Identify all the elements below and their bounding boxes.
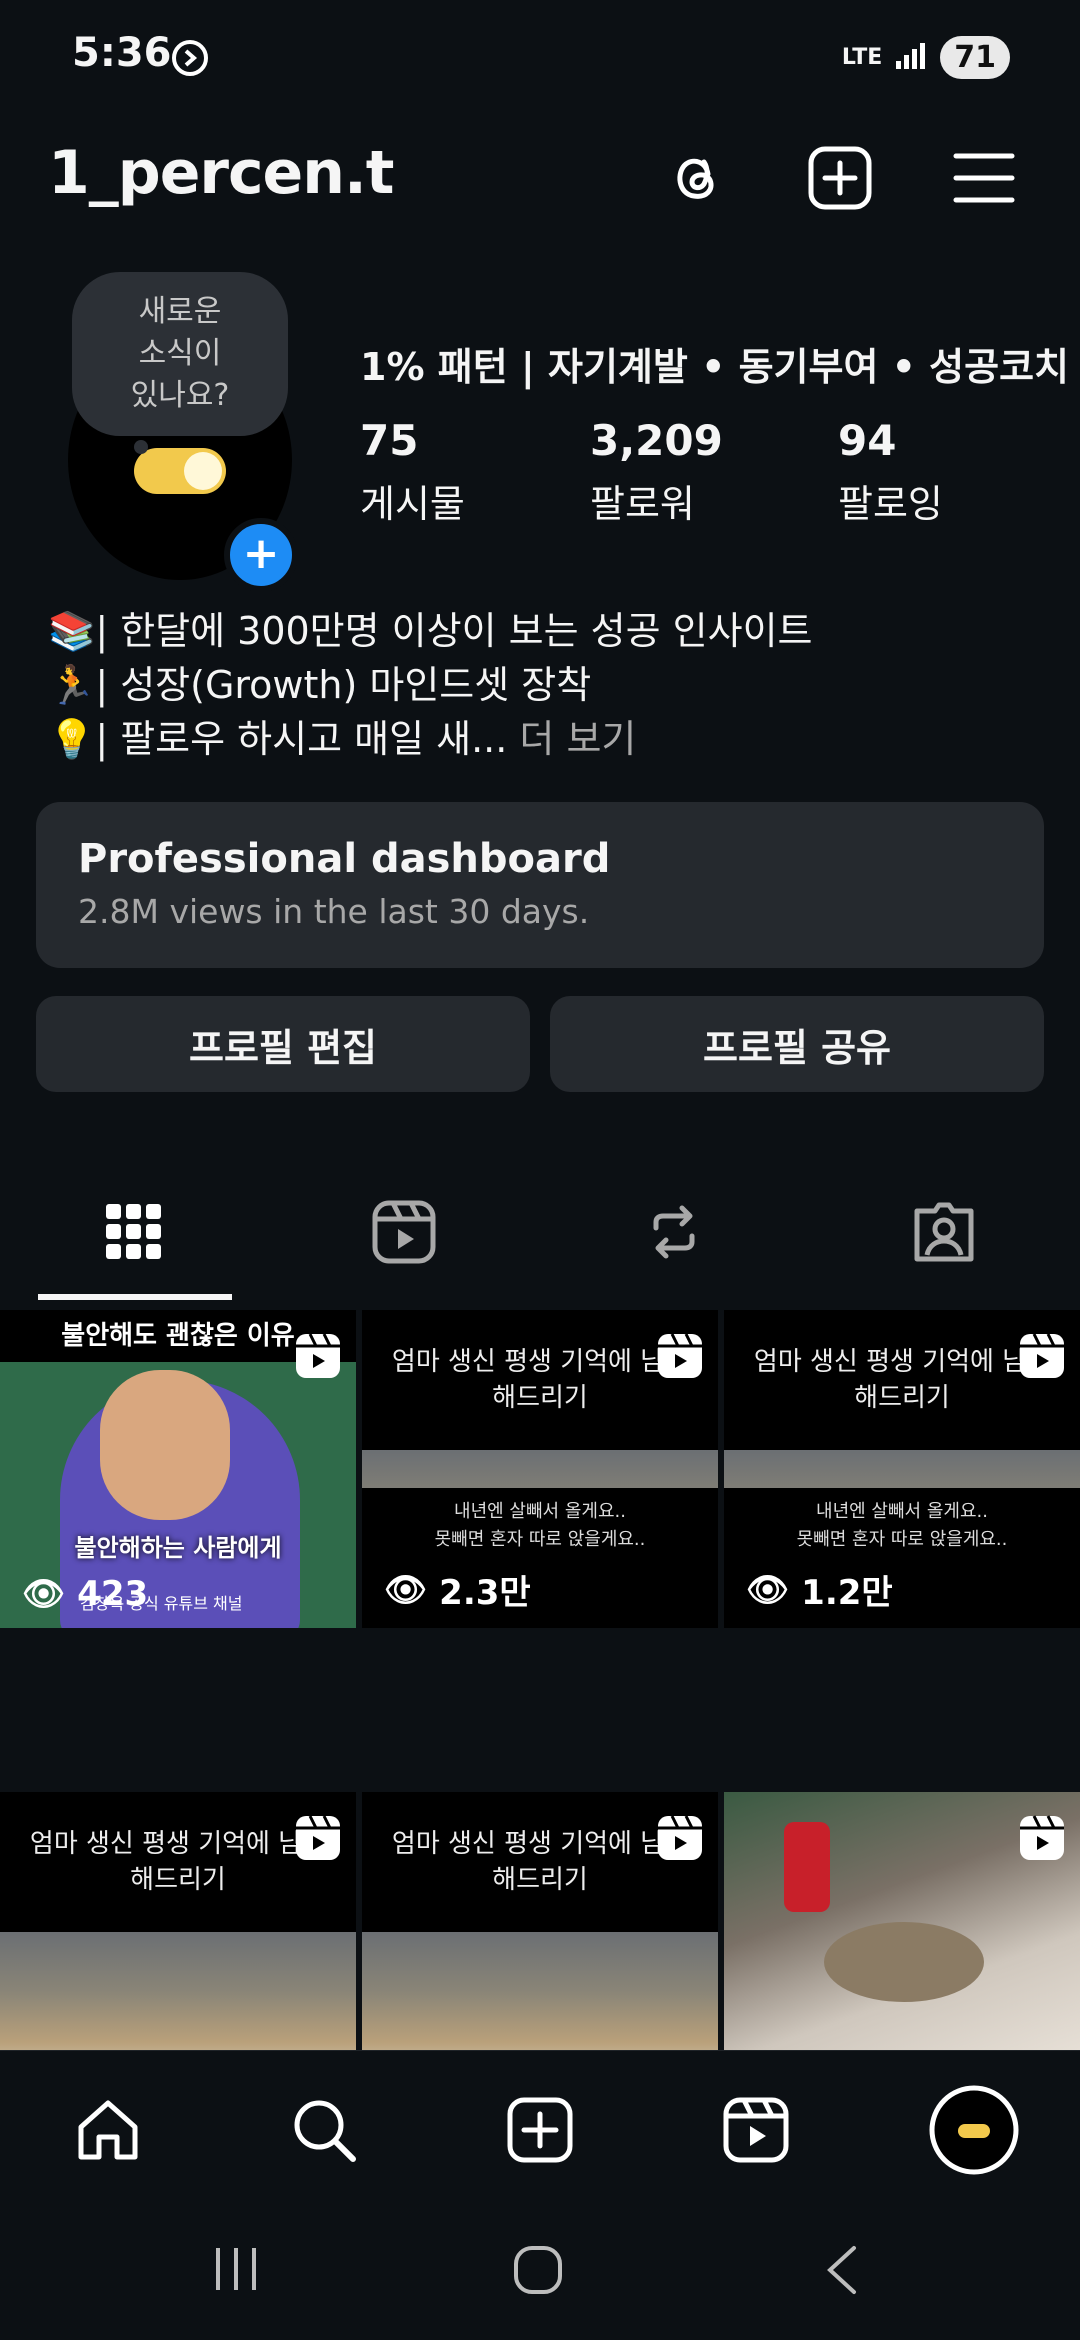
bio-more-link[interactable]: 더 보기 [519,717,636,761]
stat-value: 3,209 [590,416,723,465]
reel-badge-icon [294,1332,342,1380]
view-count: 👁 1.2만 [746,1565,893,1614]
stat-label: 게시물 [360,482,465,526]
stat-following[interactable]: 94 팔로잉 [838,416,943,528]
edit-profile-button[interactable]: 프로필 편집 [36,996,530,1092]
grid-post[interactable]: 엄마 생신 평생 기억에 남게 해드리기 [0,1792,356,2050]
person-face [100,1370,230,1520]
view-count-value: 1.2만 [801,1573,893,1613]
bio: 📚| 한달에 300만명 이상이 보는 성공 인사이트 🏃| 성장(Growth… [48,604,812,766]
stat-followers[interactable]: 3,209 팔로워 [590,416,723,528]
tab-grid-icon[interactable] [94,1192,174,1272]
note-tail [134,440,148,454]
eye-icon: 👁 [22,1574,66,1614]
grid-post[interactable]: 엄마 생신 평생 기억에 남게 해드리기 [362,1792,718,2050]
create-post-icon[interactable] [804,142,876,214]
view-count: 👁 423 [22,1574,148,1614]
reel-badge-icon [656,1332,704,1380]
reel-badge-icon [656,1814,704,1862]
view-count: 👁 2.3만 [384,1565,531,1614]
home-button-icon[interactable] [510,2242,566,2302]
menu-icon[interactable] [948,142,1020,214]
stat-value: 75 [360,416,419,465]
post-photo [362,1932,718,2050]
avatar-toggle-graphic [134,448,226,494]
post-photo [0,1932,356,2050]
shell-shape [824,1922,984,2002]
create-icon[interactable] [500,2090,580,2170]
stat-label: 팔로잉 [838,482,943,526]
bio-line: 🏃| 성장(Growth) 마인드셋 장착 [48,663,592,707]
note-text: 새로운 소식이 있나요? [130,294,230,413]
bio-line: 📚| 한달에 300만명 이상이 보는 성공 인사이트 [48,609,813,653]
grid-post[interactable]: 불안해도 괜찮은 이유 불안해하는 사람에게 김창옥 공식 유튜브 채널 👁 42… [0,1310,356,1628]
note-bubble[interactable]: 새로운 소식이 있나요? [72,272,288,436]
status-time: 5:36 [72,30,172,76]
dashboard-subtitle: 2.8M views in the last 30 days. [78,892,590,931]
reels-icon[interactable] [716,2090,796,2170]
profile-username[interactable]: 1_percen.t [48,138,394,208]
can-shape [784,1822,830,1912]
home-icon[interactable] [68,2090,148,2170]
threads-icon[interactable] [660,142,732,214]
post-caption: 불안해하는 사람에게 [74,1534,282,1562]
reel-badge-icon [1018,1814,1066,1862]
tab-reels-icon[interactable] [364,1192,444,1272]
dashboard-title: Professional dashboard [78,836,611,882]
battery-indicator: 71 [940,36,1010,79]
share-profile-button[interactable]: 프로필 공유 [550,996,1044,1092]
screen-record-icon [170,38,210,82]
recents-icon[interactable] [212,2244,262,2298]
bio-line-text: 💡| 팔로우 하시고 매일 새... [48,717,508,761]
active-tab-indicator [38,1294,232,1300]
reel-badge-icon [294,1814,342,1862]
status-icons: LTE 71 [842,36,1010,79]
display-name: 1% 패턴 | 자기계발 • 동기부여 • 성공코치 [360,345,1070,389]
view-count-value: 2.3만 [439,1573,531,1613]
search-icon[interactable] [284,2090,364,2170]
back-icon[interactable] [822,2242,862,2302]
tab-reposts-icon[interactable] [634,1192,714,1272]
professional-dashboard-card[interactable]: Professional dashboard 2.8M views in the… [36,802,1044,968]
tab-tagged-icon[interactable] [904,1192,984,1272]
bio-line: 💡| 팔로우 하시고 매일 새... 더 보기 [48,712,812,766]
stat-label: 팔로워 [590,482,695,526]
grid-post[interactable]: 엄마 생신 평생 기억에 남게 해드리기 내년엔 살빼서 올게요.. 못빼면 혼… [724,1310,1080,1628]
eye-icon: 👁 [384,1569,428,1610]
eye-icon: 👁 [746,1569,790,1610]
add-story-button[interactable]: + [224,518,298,592]
grid-post[interactable]: 엄마 생신 평생 기억에 남게 해드리기 내년엔 살빼서 올게요.. 못빼면 혼… [362,1310,718,1628]
stat-value: 94 [838,416,897,465]
grid-post[interactable] [724,1792,1080,2050]
reel-badge-icon [1018,1332,1066,1380]
view-count-value: 423 [77,1574,149,1614]
network-label: LTE [841,45,883,70]
stat-posts[interactable]: 75 게시물 [360,416,465,528]
profile-tab-avatar[interactable] [928,2084,1020,2176]
signal-icon [896,41,926,75]
